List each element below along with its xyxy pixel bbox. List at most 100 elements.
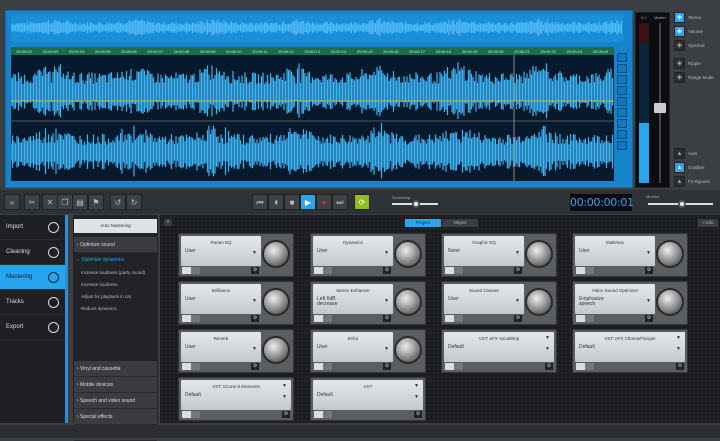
- loop-icon[interactable]: ⟳: [354, 194, 370, 210]
- preset-dropdown[interactable]: VST: eFX VocalStrip Default ▼ ▼: [444, 332, 554, 362]
- preset-category[interactable]: › Special effects: [74, 409, 157, 425]
- power-toggle[interactable]: [576, 267, 594, 274]
- preset-dropdown[interactable]: VST Default ▼ ▼: [313, 380, 423, 410]
- zoom-button[interactable]: [617, 141, 627, 150]
- gear-icon[interactable]: ⚙: [514, 267, 522, 274]
- gear-icon[interactable]: ⚙: [514, 315, 522, 322]
- view-button-range-mode[interactable]: ◈ Range Mode: [674, 72, 714, 83]
- preset-dropdown[interactable]: VST: eFX Chorus/Flanger Default ▼ ▼: [575, 332, 685, 362]
- chevron-down-icon[interactable]: ▼: [676, 335, 681, 341]
- preset-dropdown[interactable]: Param EQ User ▼: [181, 236, 261, 266]
- power-toggle[interactable]: [445, 363, 463, 370]
- zoom-button[interactable]: [617, 130, 627, 139]
- mode-button-auto[interactable]: ▴ Auto: [674, 148, 697, 159]
- preset-category[interactable]: › Speech and video sound: [74, 393, 157, 409]
- effect-knob[interactable]: [262, 240, 290, 268]
- collapse-icon[interactable]: »: [4, 194, 20, 210]
- timeline-ruler[interactable]: 20:00:02 20:00:03 20:00:04 20:00:05 20:00:06…: [11, 47, 614, 55]
- gear-icon[interactable]: ⚙: [383, 315, 391, 322]
- gear-icon[interactable]: ⚙: [676, 363, 684, 370]
- zoom-button[interactable]: [617, 97, 627, 106]
- zoom-button[interactable]: [617, 108, 627, 117]
- category-optimize-sound[interactable]: › Optimize sound: [74, 237, 157, 253]
- skip-end-icon[interactable]: ⏭: [332, 194, 348, 210]
- effect-knob[interactable]: [525, 240, 553, 268]
- gear-icon[interactable]: ⚙: [645, 267, 653, 274]
- power-toggle[interactable]: [576, 363, 594, 370]
- undo-icon[interactable]: ↺: [110, 194, 126, 210]
- preset-item[interactable]: Adjust for playback in car: [73, 291, 158, 303]
- zoom-button[interactable]: [617, 53, 627, 62]
- power-toggle[interactable]: [182, 411, 200, 418]
- nav-item-tracks[interactable]: Tracks: [0, 290, 65, 315]
- preset-dropdown[interactable]: Multimax User ▼: [575, 236, 655, 266]
- power-toggle[interactable]: [445, 267, 463, 274]
- waveform-channels[interactable]: [10, 55, 614, 181]
- waveform-panel[interactable]: 20:00:02 20:00:03 20:00:04 20:00:05 20:00:06…: [5, 10, 633, 188]
- nav-item-import[interactable]: Import: [0, 215, 65, 240]
- power-toggle[interactable]: [314, 363, 332, 370]
- view-button-volume[interactable]: ◈ Volume: [674, 26, 703, 37]
- power-toggle[interactable]: [314, 315, 332, 322]
- auto-mastering-button[interactable]: Auto Mastering: [74, 219, 157, 233]
- play-icon[interactable]: ▶: [300, 194, 316, 210]
- effect-knob[interactable]: [656, 240, 684, 268]
- zoom-button[interactable]: [617, 86, 627, 95]
- zoom-button[interactable]: [617, 64, 627, 73]
- mode-button-grabber[interactable]: ▴ Grabber: [674, 162, 705, 173]
- effect-knob[interactable]: [262, 288, 290, 316]
- chevron-down-icon[interactable]: ▼: [414, 383, 419, 389]
- chevron-down-icon[interactable]: ▼: [282, 383, 287, 389]
- overview-strip[interactable]: [10, 15, 623, 42]
- marker-icon[interactable]: ⚑: [88, 194, 104, 210]
- tab-project[interactable]: Project: [405, 219, 441, 227]
- gear-icon[interactable]: ⚙: [251, 267, 259, 274]
- master-fader[interactable]: [654, 103, 666, 113]
- effect-knob[interactable]: [394, 288, 422, 316]
- category-optimize-dynamics[interactable]: ⌄ Optimize dynamics: [73, 253, 158, 267]
- effect-knob[interactable]: [394, 336, 422, 364]
- power-toggle[interactable]: [576, 315, 594, 322]
- scrubbing-slider[interactable]: [392, 200, 438, 208]
- zoom-button[interactable]: [617, 119, 627, 128]
- power-toggle[interactable]: [314, 411, 332, 418]
- copy-icon[interactable]: ❐: [57, 194, 73, 210]
- nav-item-mastering[interactable]: Mastering: [0, 265, 65, 290]
- mode-button-fx-bypass[interactable]: ▴ FX Bypass: [674, 176, 710, 187]
- preset-category[interactable]: › Mobile devices: [74, 377, 157, 393]
- gear-icon[interactable]: ⚙: [414, 411, 422, 418]
- preset-item[interactable]: Increase loudness: [73, 279, 158, 291]
- zoom-button[interactable]: [617, 75, 627, 84]
- power-toggle[interactable]: [314, 267, 332, 274]
- preset-dropdown[interactable]: Reverb User ▼: [181, 332, 261, 362]
- effect-knob[interactable]: [394, 240, 422, 268]
- preset-item[interactable]: Increase loudness (party sound): [73, 267, 158, 279]
- record-icon[interactable]: ●: [316, 194, 332, 210]
- preset-dropdown[interactable]: Brilliance User ▼: [181, 284, 261, 314]
- chevron-down-icon[interactable]: ▼: [545, 335, 550, 341]
- nav-item-export[interactable]: Export: [0, 315, 65, 340]
- gear-icon[interactable]: ⚙: [645, 315, 653, 322]
- view-button-stereo[interactable]: ◈ Stereo: [674, 12, 701, 23]
- preset-item[interactable]: Reduce dynamics: [73, 303, 158, 315]
- cut-icon[interactable]: ✂: [24, 194, 40, 210]
- gear-icon[interactable]: ⚙: [383, 267, 391, 274]
- power-toggle[interactable]: [445, 315, 463, 322]
- preset-category[interactable]: › Vinyl and cassette: [74, 361, 157, 377]
- effect-knob[interactable]: [262, 336, 290, 364]
- preset-dropdown[interactable]: Echo User ▼: [313, 332, 393, 362]
- redo-icon[interactable]: ↻: [126, 194, 142, 210]
- tab-object[interactable]: Object: [442, 219, 478, 227]
- preset-dropdown[interactable]: Dynamics User ▼: [313, 236, 393, 266]
- prev-icon[interactable]: ⏴: [268, 194, 284, 210]
- monitor-slider[interactable]: [648, 200, 713, 208]
- preset-dropdown[interactable]: Video Sound Optimizer Emphasize speech ▼: [575, 284, 655, 314]
- power-toggle[interactable]: [182, 267, 200, 274]
- gear-icon[interactable]: ⚙: [251, 315, 259, 322]
- preset-dropdown[interactable]: Stereo Enhancer Left 6dB decrease ▼: [313, 284, 393, 314]
- collapse-button[interactable]: «: [164, 219, 172, 226]
- preset-dropdown[interactable]: Graphic EQ None ▼: [444, 236, 524, 266]
- preset-dropdown[interactable]: Sound Cleaner User ▼: [444, 284, 524, 314]
- gear-icon[interactable]: ⚙: [282, 411, 290, 418]
- preset-dropdown[interactable]: VST: Ozone 8 Elements Default ▼ ▼: [181, 380, 291, 410]
